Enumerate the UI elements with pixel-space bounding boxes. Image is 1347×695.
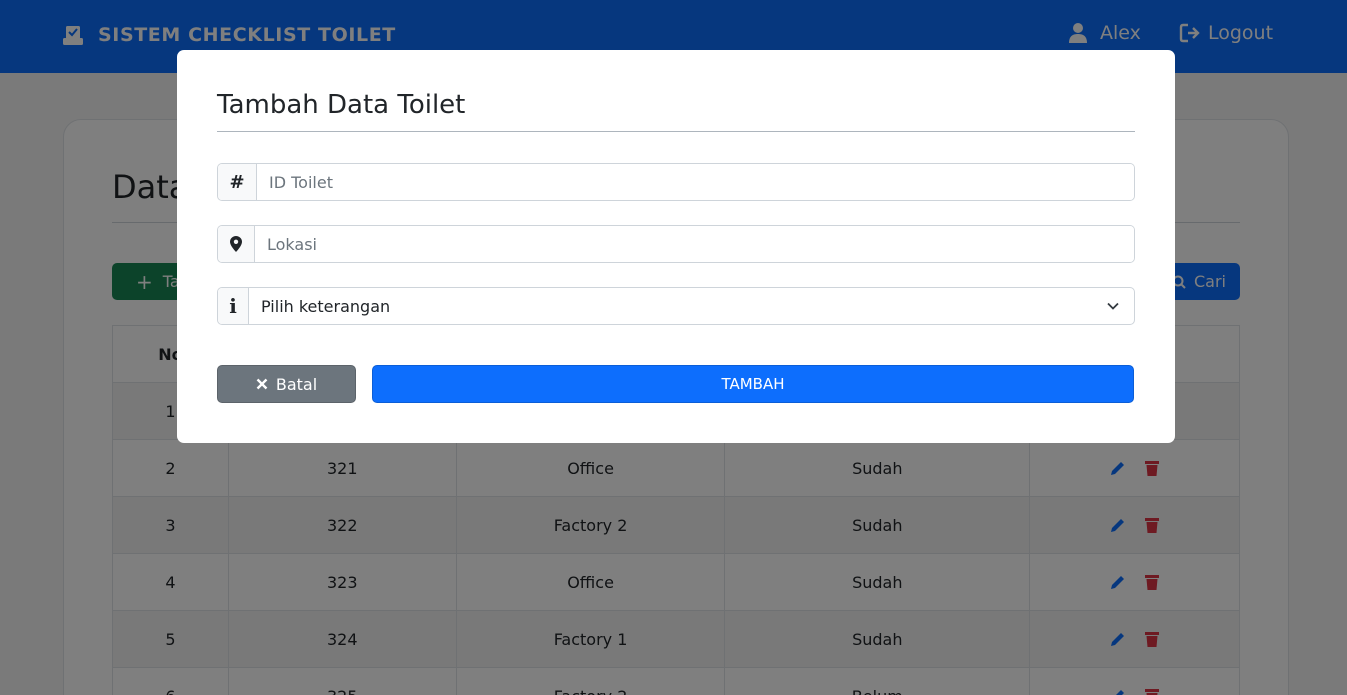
modal-title-divider	[217, 131, 1135, 132]
keterangan-selected: Pilih keterangan	[261, 296, 391, 316]
add-toilet-modal: Tambah Data Toilet # i Pilih keterangan …	[177, 50, 1175, 443]
info-icon: i	[218, 288, 249, 324]
id-toilet-input[interactable]	[257, 164, 1134, 200]
chevron-down-icon	[1106, 299, 1120, 313]
cancel-label: Batal	[275, 374, 318, 394]
lokasi-input[interactable]	[255, 226, 1134, 262]
keterangan-select[interactable]: Pilih keterangan	[249, 288, 1134, 324]
submit-button[interactable]: TAMBAH	[372, 365, 1134, 403]
id-toilet-group: #	[217, 163, 1135, 201]
submit-label: TAMBAH	[721, 375, 785, 393]
map-pin-icon	[218, 226, 255, 262]
lokasi-group	[217, 225, 1135, 263]
modal-title: Tambah Data Toilet	[217, 90, 466, 120]
close-icon	[256, 378, 268, 390]
hash-icon: #	[218, 164, 257, 200]
keterangan-group: i Pilih keterangan	[217, 287, 1135, 325]
cancel-button[interactable]: Batal	[217, 365, 356, 403]
